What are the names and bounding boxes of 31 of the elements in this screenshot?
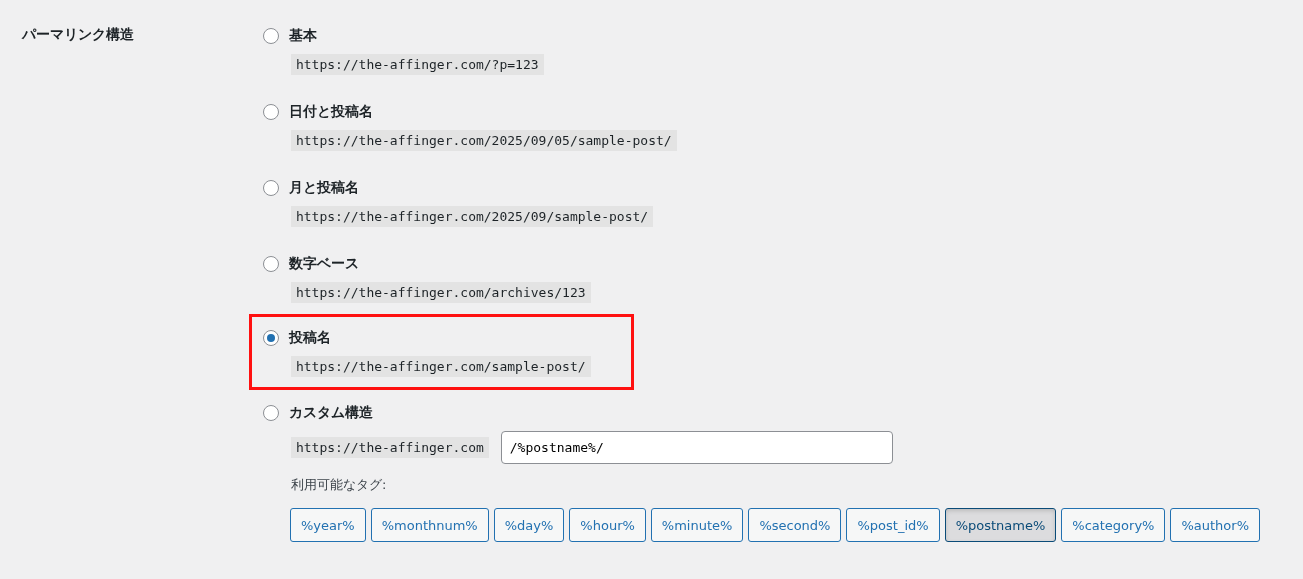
url-example: https://the-affinger.com/2025/09/sample-post/ — [290, 206, 654, 227]
url-example: https://the-affinger.com/?p=123 — [290, 54, 544, 75]
option-label[interactable]: カスタム構造 — [288, 404, 373, 422]
radio-button[interactable] — [262, 104, 279, 120]
tag-button[interactable]: %postname% — [944, 508, 1057, 542]
tag-button[interactable]: %author% — [1170, 508, 1260, 542]
option-label[interactable]: 数字ベース — [288, 255, 359, 273]
url-example: https://the-affinger.com/archives/123 — [290, 282, 591, 303]
option-label[interactable]: 基本 — [288, 27, 317, 45]
radio-button[interactable] — [262, 330, 279, 346]
tag-button[interactable]: %year% — [289, 508, 366, 542]
radio-button[interactable] — [262, 256, 279, 272]
tag-button[interactable]: %category% — [1061, 508, 1166, 542]
setting-label: パーマリンク構造 — [22, 26, 134, 42]
option-label[interactable]: 投稿名 — [288, 329, 331, 347]
tags-label: 利用可能なタグ: — [290, 476, 388, 494]
radio-button[interactable] — [262, 180, 279, 196]
radio-button[interactable] — [262, 405, 279, 421]
tag-button[interactable]: %minute% — [650, 508, 744, 542]
structure-input-field[interactable]: /%postname%/ — [500, 431, 893, 464]
url-example: https://the-affinger.com/2025/09/05/sample-post/ — [290, 130, 677, 151]
option-label[interactable]: 日付と投稿名 — [288, 103, 373, 121]
tag-button[interactable]: %second% — [748, 508, 842, 542]
tag-button[interactable]: %monthnum% — [370, 508, 489, 542]
url-example: https://the-affinger.com/sample-post/ — [290, 356, 591, 377]
tag-button[interactable]: %day% — [493, 508, 565, 542]
radio-button[interactable] — [262, 28, 279, 44]
tag-button[interactable]: %post_id% — [846, 508, 940, 542]
url-base: https://the-affinger.com — [290, 437, 489, 458]
option-label[interactable]: 月と投稿名 — [288, 179, 359, 197]
tag-button[interactable]: %hour% — [569, 508, 646, 542]
